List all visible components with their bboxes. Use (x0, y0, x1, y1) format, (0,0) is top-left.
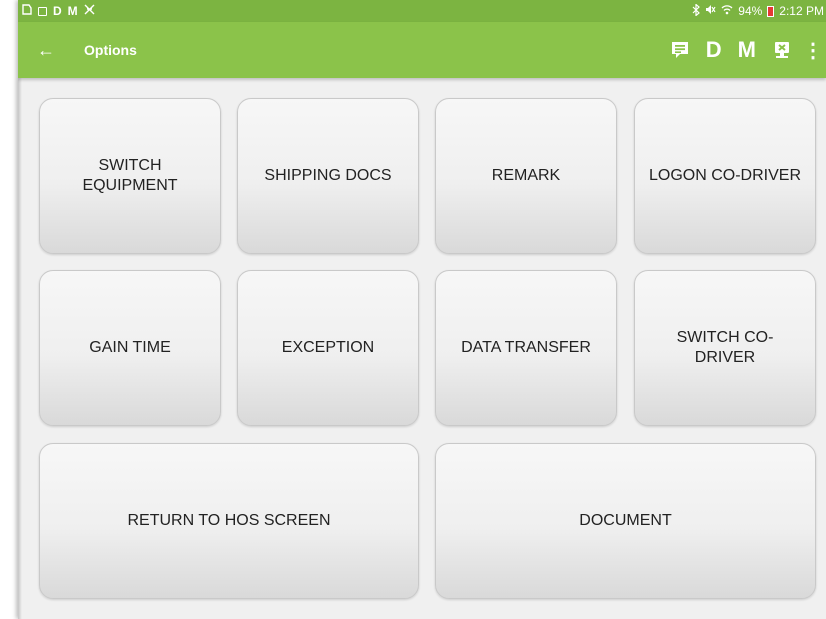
device-icon[interactable] (772, 40, 792, 60)
app-window: D M 94% 2:12 PM ← Options D M ⋮ SWITCH E… (18, 0, 826, 619)
tool-icon (84, 4, 95, 18)
m-status-button[interactable]: M (738, 39, 756, 61)
bluetooth-icon (692, 2, 701, 19)
page-title: Options (84, 42, 137, 58)
logon-co-driver-button[interactable]: LOGON CO-DRIVER (634, 98, 816, 254)
screenshot-icon (38, 6, 47, 16)
shipping-docs-button[interactable]: SHIPPING DOCS (237, 98, 419, 254)
option-label: SWITCH CO-DRIVER (676, 329, 774, 366)
more-vert-icon[interactable]: ⋮ (803, 38, 823, 63)
switch-equipment-button[interactable]: SWITCH EQUIPMENT (39, 98, 221, 254)
arrow-left-icon: ← (37, 39, 55, 60)
notification-icon (22, 4, 32, 18)
option-label: LOGON CO-DRIVER (648, 167, 801, 184)
battery-icon (767, 5, 775, 17)
option-label: SHIPPING DOCS (264, 167, 392, 184)
data-transfer-button[interactable]: DATA TRANSFER (435, 270, 617, 426)
option-label: DOCUMENT (579, 512, 672, 529)
option-label: EXCEPTION (281, 339, 375, 356)
message-icon[interactable] (670, 40, 690, 60)
status-left: D M (18, 4, 95, 18)
app-bar: ← Options D M ⋮ (18, 22, 826, 78)
status-time: 2:12 PM (779, 4, 824, 18)
option-label: REMARK (491, 167, 561, 184)
battery-percent: 94% (738, 4, 763, 18)
exception-button[interactable]: EXCEPTION (237, 270, 419, 426)
option-label: GAIN TIME (89, 339, 171, 356)
d-status-button[interactable]: D (706, 39, 722, 61)
app-bar-actions: D M ⋮ (670, 38, 823, 63)
mute-icon (705, 4, 716, 18)
status-bar: D M 94% 2:12 PM (18, 0, 826, 22)
gain-time-button[interactable]: GAIN TIME (39, 270, 221, 426)
status-right: 94% 2:12 PM (692, 2, 826, 19)
document-button[interactable]: DOCUMENT (435, 443, 816, 599)
option-label: RETURN TO HOS SCREEN (127, 512, 331, 529)
back-button[interactable]: ← (34, 40, 58, 61)
option-label: SWITCH EQUIPMENT (82, 157, 178, 194)
remark-button[interactable]: REMARK (435, 98, 617, 254)
wifi-icon (721, 4, 733, 18)
status-letter-d: D (53, 4, 62, 18)
switch-co-driver-button[interactable]: SWITCH CO-DRIVER (634, 270, 816, 426)
option-label: DATA TRANSFER (461, 339, 591, 356)
return-to-hos-screen-button[interactable]: RETURN TO HOS SCREEN (39, 443, 419, 599)
status-letter-m: M (67, 4, 78, 18)
